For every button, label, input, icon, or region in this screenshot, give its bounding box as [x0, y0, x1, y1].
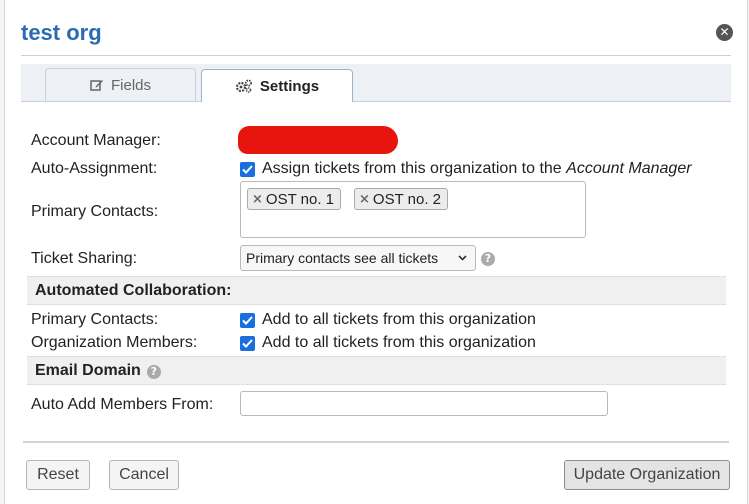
auto-add-members-input[interactable]	[240, 391, 608, 416]
collab-primary-contacts-label: Primary Contacts:	[31, 311, 159, 328]
email-domain-header: Email Domain ?	[27, 356, 726, 385]
close-icon[interactable]: ✕	[716, 24, 733, 41]
chevron-down-icon	[458, 255, 467, 261]
title-divider	[21, 55, 731, 56]
tab-settings[interactable]: Settings	[201, 69, 353, 102]
remove-chip-icon[interactable]: ×	[359, 192, 370, 207]
contact-chip: × OST no. 1	[247, 188, 341, 210]
primary-contacts-label: Primary Contacts:	[31, 203, 159, 220]
collab-primary-contacts-checkbox[interactable]	[240, 313, 255, 328]
help-icon[interactable]: ?	[481, 252, 495, 266]
ticket-sharing-label: Ticket Sharing:	[31, 250, 138, 267]
footer-divider	[23, 441, 729, 443]
account-manager-redacted-value[interactable]	[238, 126, 398, 154]
gears-icon	[235, 79, 252, 93]
collab-org-members-text: Add to all tickets from this organizatio…	[262, 334, 536, 351]
update-organization-button[interactable]: Update Organization	[564, 460, 730, 490]
contact-chip: × OST no. 2	[354, 188, 448, 210]
auto-assignment-text: Assign tickets from this organization to…	[262, 160, 692, 177]
ticket-sharing-value: Primary contacts see all tickets	[246, 250, 439, 266]
collab-primary-contacts-text: Add to all tickets from this organizatio…	[262, 311, 536, 328]
automated-collaboration-header: Automated Collaboration:	[27, 276, 726, 305]
tab-fields-label: Fields	[110, 76, 151, 94]
remove-chip-icon[interactable]: ×	[252, 192, 263, 207]
ticket-sharing-select[interactable]: Primary contacts see all tickets	[240, 245, 476, 271]
tab-fields[interactable]: Fields	[45, 68, 196, 101]
check-icon	[242, 165, 253, 174]
tab-settings-label: Settings	[259, 77, 320, 95]
tab-bar: Fields Settings	[21, 64, 731, 102]
help-icon[interactable]: ?	[146, 364, 161, 379]
account-manager-label: Account Manager:	[31, 132, 161, 149]
check-icon	[242, 316, 253, 325]
collab-org-members-checkbox[interactable]	[240, 336, 255, 351]
collab-org-members-label: Organization Members:	[31, 334, 198, 351]
check-icon	[242, 339, 253, 348]
reset-button[interactable]: Reset	[26, 460, 90, 490]
cancel-button[interactable]: Cancel	[109, 460, 179, 490]
auto-assignment-label: Auto-Assignment:	[31, 160, 158, 177]
edit-icon	[90, 80, 103, 91]
dialog-title: test org	[21, 20, 102, 45]
auto-add-members-label: Auto Add Members From:	[31, 396, 214, 413]
auto-assignment-checkbox[interactable]	[240, 162, 255, 177]
organization-dialog: test org ✕ Fields Settings Account Manag…	[4, 0, 748, 504]
primary-contacts-input[interactable]: × OST no. 1 × OST no. 2	[240, 181, 586, 238]
